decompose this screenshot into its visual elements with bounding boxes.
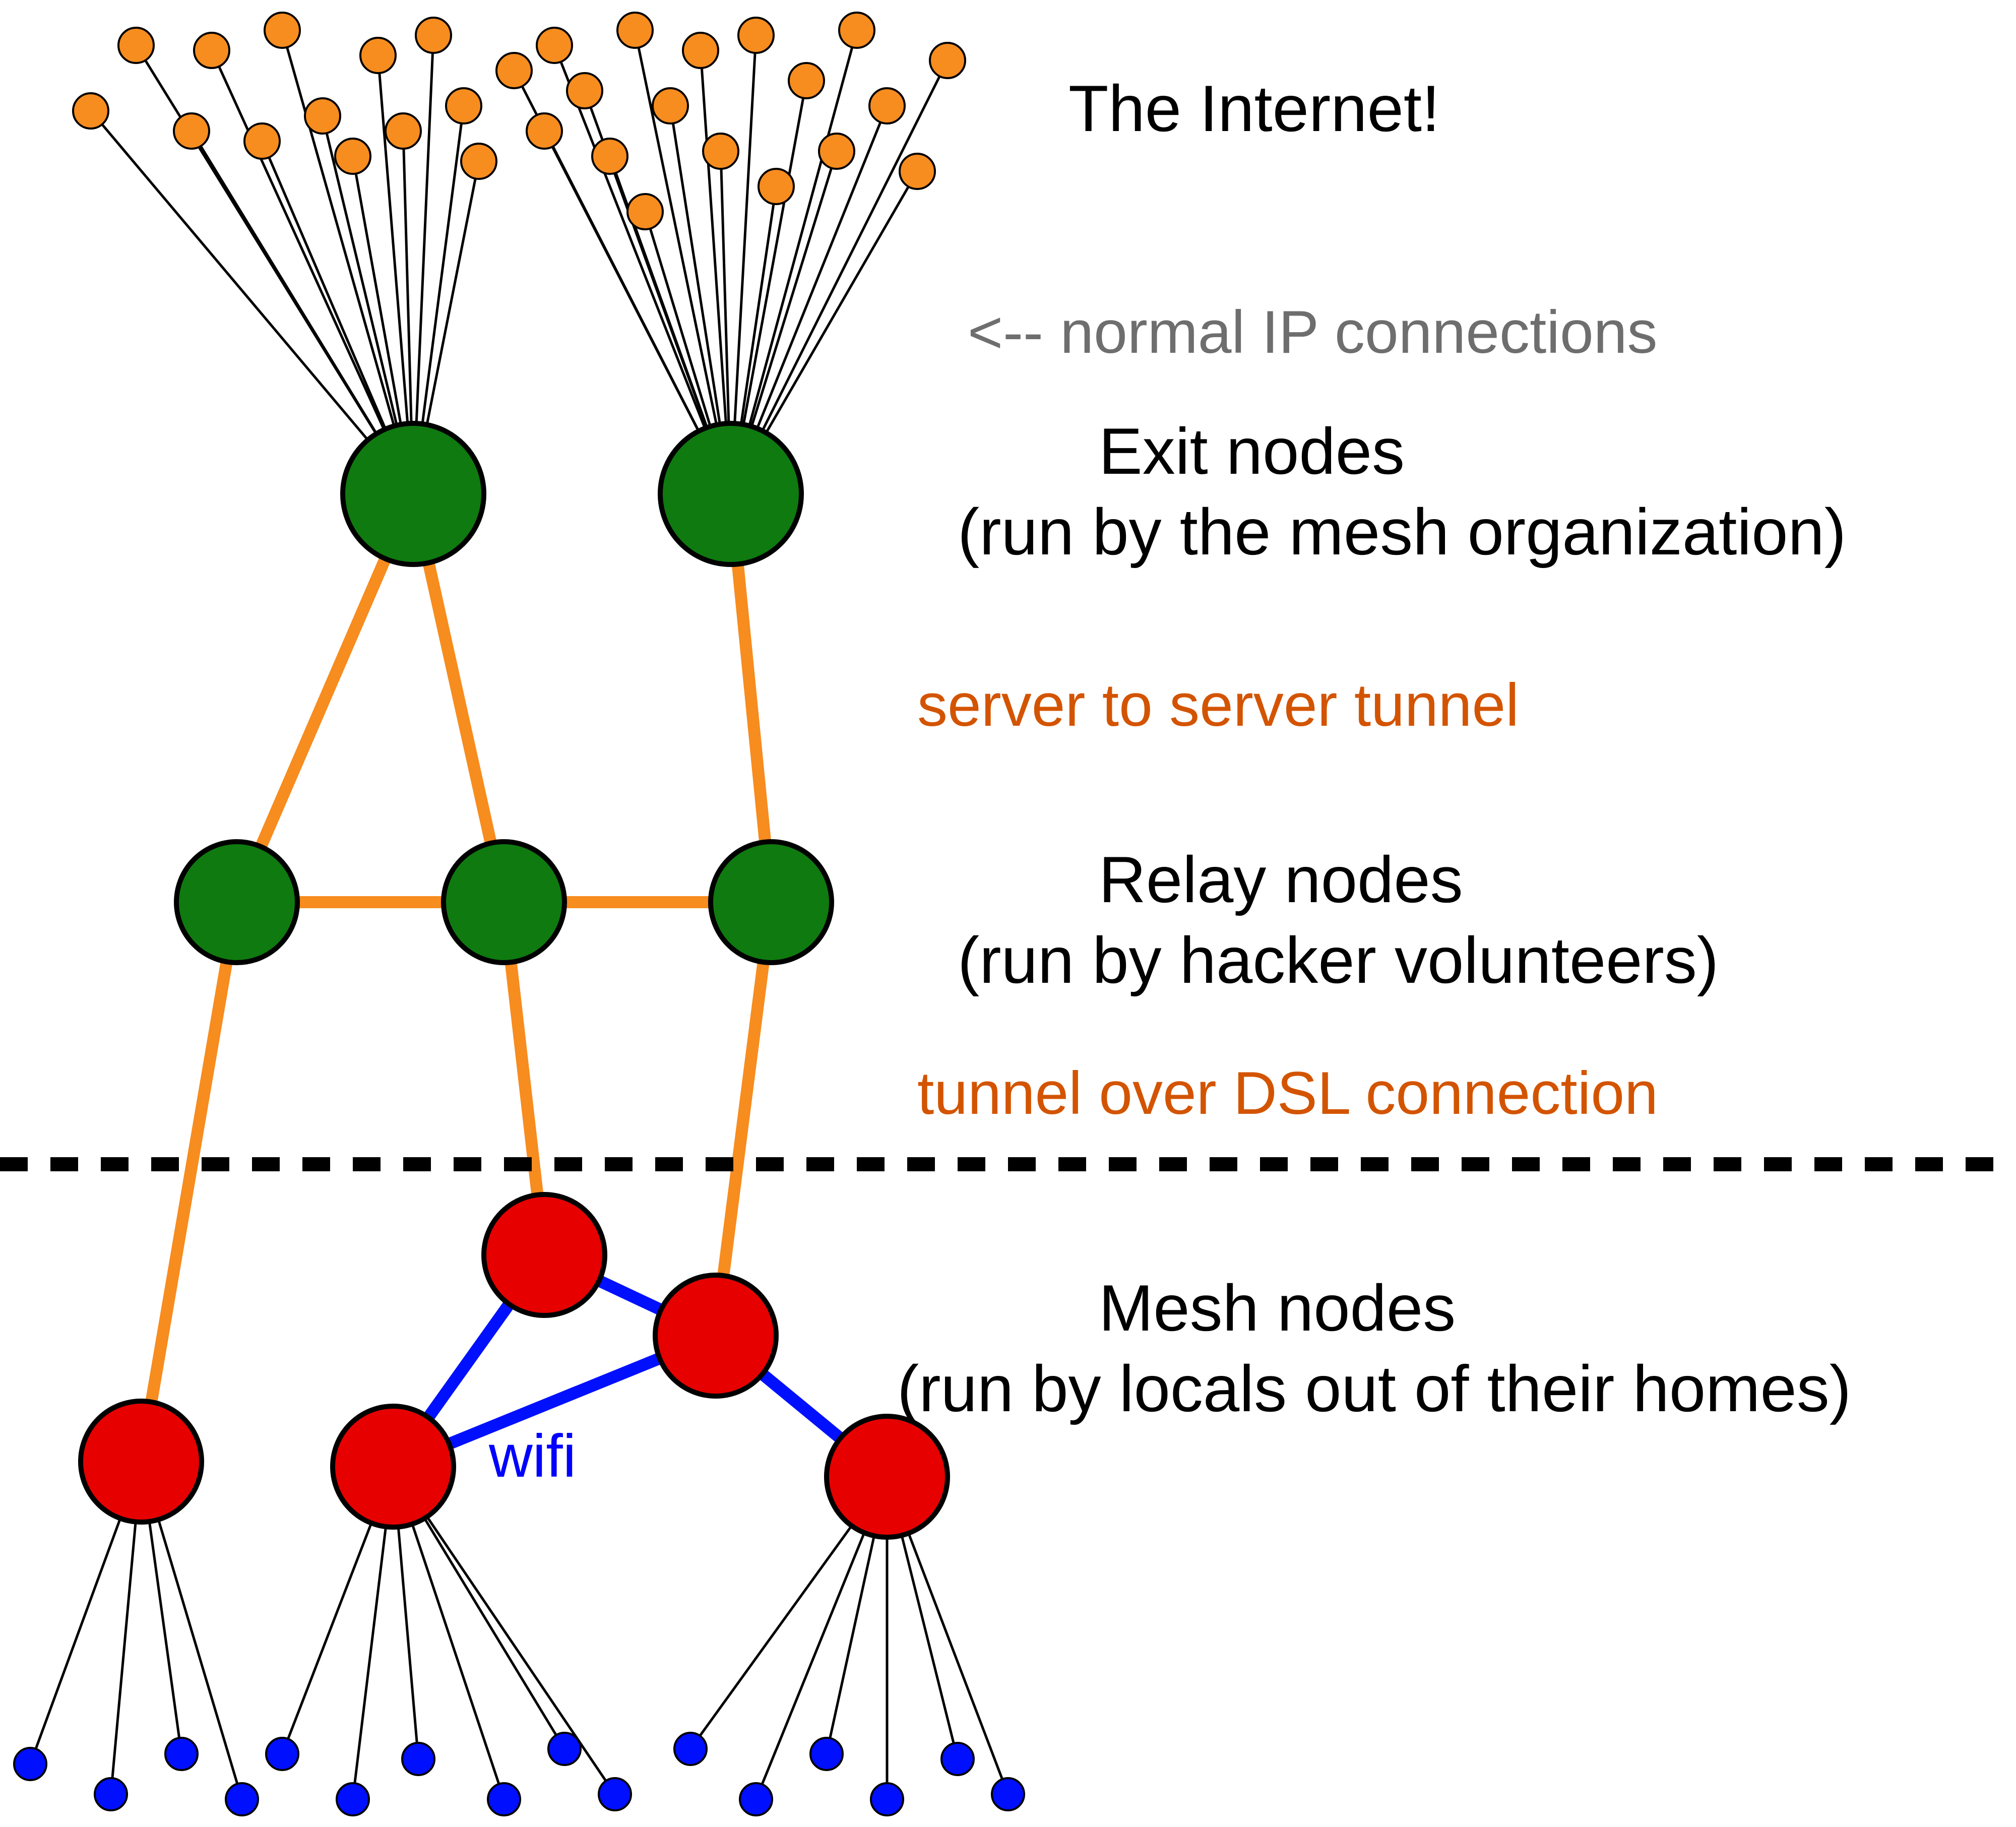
internet-dot (461, 144, 496, 179)
internet-dot (759, 169, 794, 204)
internet-dot (567, 73, 602, 108)
internet-dot (738, 18, 774, 53)
client-dot (337, 1783, 369, 1815)
mesh-node (81, 1401, 202, 1522)
internet-dot (653, 88, 688, 123)
client-dot (488, 1783, 520, 1815)
client-dot (674, 1733, 707, 1765)
internet-dot (496, 53, 532, 88)
label-internet: The Internet! (1068, 72, 1440, 145)
internet-dot (527, 113, 562, 149)
internet-dot (305, 98, 340, 134)
internet-dot (386, 113, 421, 149)
client-dot (165, 1738, 198, 1770)
label-exit-1: Exit nodes (1099, 414, 1405, 488)
internet-dot (446, 88, 481, 123)
internet-dot (537, 28, 572, 63)
relay-node (176, 842, 297, 963)
internet-dot (416, 18, 451, 53)
mesh-node (827, 1416, 948, 1537)
label-mesh-1: Mesh nodes (1099, 1271, 1456, 1345)
internet-dot (869, 88, 905, 123)
mesh-node (333, 1406, 454, 1527)
client-dot (992, 1778, 1024, 1810)
label-mesh-2: (run by locals out of their homes) (897, 1352, 1851, 1425)
client-dot (810, 1738, 843, 1770)
relay-node (711, 842, 832, 963)
relay-node (444, 842, 564, 963)
internet-dot (930, 43, 965, 78)
internet-dot (118, 28, 154, 63)
client-dot (871, 1783, 903, 1815)
internet-dot (683, 33, 718, 68)
label-wifi: wifi (488, 1422, 576, 1490)
label-dsl: tunnel over DSL connection (917, 1059, 1658, 1127)
internet-dot (627, 194, 663, 229)
label-relay-1: Relay nodes (1099, 843, 1463, 916)
exit-node (660, 423, 801, 564)
internet-dot (244, 123, 280, 159)
label-ip: <-- normal IP connections (968, 298, 1657, 366)
internet-dot (265, 13, 300, 48)
client-dot (402, 1743, 434, 1775)
client-dot (226, 1783, 258, 1815)
tunnel-edge (141, 902, 237, 1462)
tunnel-edge (716, 902, 771, 1336)
internet-dot (335, 139, 370, 174)
exit-node (343, 423, 484, 564)
mesh-node (655, 1275, 776, 1396)
internet-dot (592, 139, 627, 174)
label-s2s: server to server tunnel (917, 671, 1519, 739)
client-dot (95, 1778, 127, 1810)
internet-dot (703, 134, 738, 169)
internet-dot (174, 113, 209, 149)
internet-dot (789, 63, 824, 98)
internet-dot (360, 38, 396, 73)
client-dot (740, 1783, 772, 1815)
label-relay-2: (run by hacker volunteers) (958, 923, 1719, 997)
client-dot (599, 1778, 631, 1810)
client-dot (14, 1748, 46, 1780)
label-exit-2: (run by the mesh organization) (958, 495, 1846, 569)
mesh-node (484, 1194, 605, 1315)
client-dot (548, 1733, 581, 1765)
internet-dot (819, 134, 854, 169)
internet-dot (617, 13, 653, 48)
client-dot (941, 1743, 974, 1775)
internet-dot (900, 154, 935, 189)
internet-dot (73, 93, 108, 129)
internet-dot (194, 33, 229, 68)
internet-dot (839, 13, 874, 48)
client-dot (266, 1738, 298, 1770)
